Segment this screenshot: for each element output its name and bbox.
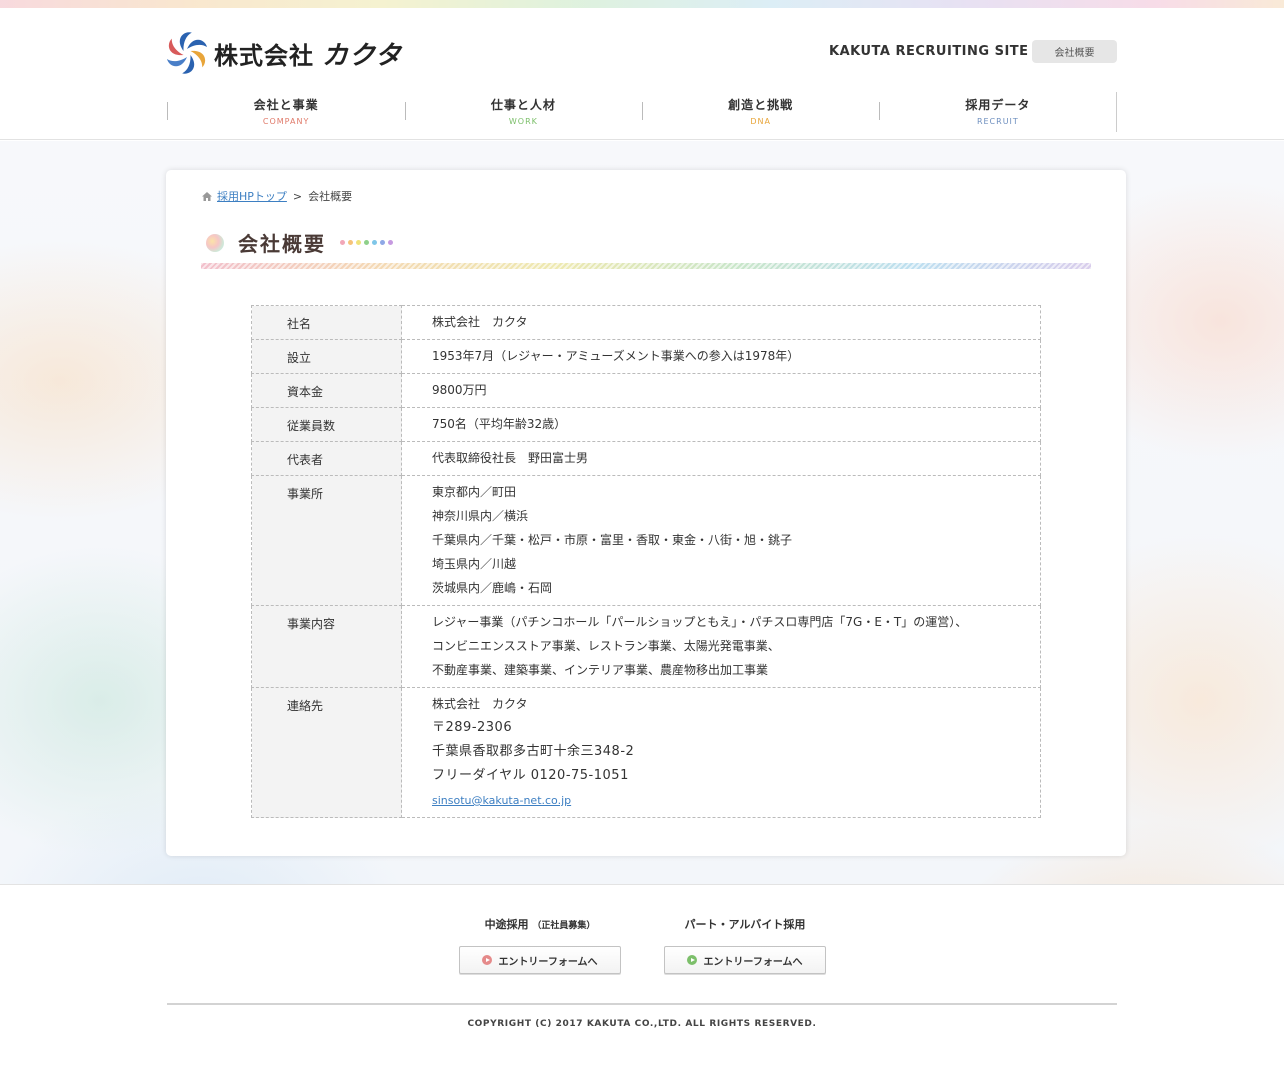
row-value: 株式会社 カクタ: [401, 305, 1041, 340]
midcareer-title-text: 中途採用: [484, 918, 529, 931]
row-label: 代表者: [251, 441, 402, 476]
entry-button-label: エントリーフォームへ: [703, 956, 803, 968]
row-value: 1953年7月（レジャー・アミューズメント事業への参入は1978年）: [401, 339, 1041, 374]
heading-dot: [340, 240, 345, 245]
row-value-line: 代表取締役社長 野田富士男: [432, 451, 589, 465]
row-value-line: 株式会社 カクタ: [432, 697, 528, 711]
page-title: 会社概要: [238, 232, 326, 256]
breadcrumb-home-link[interactable]: 採用HPトップ: [217, 188, 287, 204]
row-value-line: 750名（平均年齢32歳）: [432, 417, 567, 431]
content-card: 採用HPトップ > 会社概要 会社概要 社名 株式会社 カクタ 設立 1953年7月（…: [166, 170, 1126, 856]
table-row: 事業内容 レジャー事業（パチンコホール「パールショップともえ」・パチスロ専門店「7…: [251, 605, 1041, 688]
breadcrumb-current: 会社概要: [308, 190, 353, 203]
nav-item-sublabel: DNA: [750, 117, 771, 126]
nav-item-sublabel: WORK: [508, 117, 538, 126]
midcareer-entry: 中途採用 （正社員募集） エントリーフォームへ: [459, 916, 621, 974]
parttime-entry-button[interactable]: エントリーフォームへ: [664, 946, 826, 974]
heading-dot: [348, 240, 353, 245]
row-value: 代表取締役社長 野田富士男: [401, 441, 1041, 476]
logo-text-kanji: 株式会社: [214, 41, 314, 70]
nav-item-label: 採用データ: [965, 98, 1031, 112]
home-icon: [202, 191, 212, 201]
entry-button-label: エントリーフォームへ: [498, 956, 598, 968]
row-label: 事業内容: [251, 605, 402, 688]
row-label: 従業員数: [251, 407, 402, 442]
heading-dot: [380, 240, 385, 245]
row-value-line: 東京都内／町田: [432, 485, 517, 499]
company-info-table: 社名 株式会社 カクタ 設立 1953年7月（レジャー・アミューズメント事業への参入は…: [251, 305, 1041, 818]
midcareer-title: 中途採用 （正社員募集）: [459, 916, 621, 932]
nav-item-recruit[interactable]: 採用データ RECRUIT: [879, 92, 1117, 132]
nav-item-company[interactable]: 会社と事業 COMPANY: [167, 92, 404, 132]
row-label: 資本金: [251, 373, 402, 408]
row-value: レジャー事業（パチンコホール「パールショップともえ」・パチスロ専門店「7G・E・…: [401, 605, 1041, 688]
entry-section: 中途採用 （正社員募集） エントリーフォームへ パート・アルバイト採用 エントリ…: [0, 886, 1284, 1006]
table-row: 社名 株式会社 カクタ: [251, 305, 1041, 340]
row-label: 事業所: [251, 475, 402, 606]
company-logo[interactable]: 株式会社 カクタ: [166, 32, 402, 74]
company-overview-button[interactable]: 会社概要: [1032, 40, 1117, 63]
nav-item-label: 仕事と人材: [490, 98, 556, 112]
heading-dots-decoration: [340, 240, 396, 245]
logo-text: 株式会社 カクタ: [214, 35, 402, 72]
heading-bullet-icon: [206, 233, 224, 252]
nav-item-label: 創造と挑戦: [728, 98, 794, 112]
row-label: 連絡先: [251, 687, 402, 818]
site-title: KAKUTA RECRUITING SITE: [829, 44, 1029, 59]
table-row: 事業所 東京都内／町田 神奈川県内／横浜 千葉県内／千葉・松戸・市原・富里・香取・東金…: [251, 475, 1041, 606]
kakuta-logo-icon: [167, 32, 207, 74]
table-row: 設立 1953年7月（レジャー・アミューズメント事業への参入は1978年）: [251, 339, 1041, 374]
email-line: sinsotu@kakuta-net.co.jp: [432, 793, 1040, 817]
row-value: 株式会社 カクタ 〒289-2306 千葉県香取郡多古町十余三348-2 フリーダイヤ…: [401, 687, 1041, 818]
midcareer-subtitle: （正社員募集）: [532, 921, 596, 931]
row-value-line: 〒289-2306: [432, 720, 513, 735]
heading-dot: [356, 240, 361, 245]
row-value-line: 茨城県内／鹿嶋・石岡: [432, 581, 553, 595]
table-row: 連絡先 株式会社 カクタ 〒289-2306 千葉県香取郡多古町十余三348-2 フリー…: [251, 687, 1041, 818]
row-label: 社名: [251, 305, 402, 340]
table-row: 代表者 代表取締役社長 野田富士男: [251, 441, 1041, 476]
midcareer-entry-button[interactable]: エントリーフォームへ: [459, 946, 621, 974]
heading-dot: [388, 240, 393, 245]
site-header: 株式会社 カクタ KAKUTA RECRUITING SITE 会社概要 会社と事…: [0, 8, 1284, 140]
row-value-line: 埼玉県内／川越: [432, 557, 517, 571]
arrow-right-circle-icon: [482, 955, 493, 965]
table-row: 資本金 9800万円: [251, 373, 1041, 408]
email-link[interactable]: sinsotu@kakuta-net.co.jp: [432, 794, 571, 807]
row-value-line: 不動産事業、建築事業、インテリア事業、農産物移出加工事業: [432, 663, 769, 677]
logo-text-katakana: カクタ: [322, 40, 402, 71]
row-value-line: コンビニエンスストア事業、レストラン事業、太陽光発電事業、: [432, 639, 780, 653]
nav-item-work[interactable]: 仕事と人材 WORK: [404, 92, 641, 132]
nav-item-dna[interactable]: 創造と挑戦 DNA: [642, 92, 879, 132]
row-value-line: 神奈川県内／横浜: [432, 509, 529, 523]
page-heading: 会社概要: [206, 228, 396, 257]
row-value-line: フリーダイヤル 0120-75-1051: [432, 768, 629, 783]
row-value-line: 株式会社 カクタ: [432, 315, 528, 329]
row-value: 750名（平均年齢32歳）: [401, 407, 1041, 442]
row-value: 9800万円: [401, 373, 1041, 408]
nav-item-sublabel: COMPANY: [262, 117, 310, 126]
heading-rainbow-rule: [201, 263, 1091, 269]
breadcrumb: 採用HPトップ > 会社概要: [202, 188, 352, 204]
row-value-line: 1953年7月（レジャー・アミューズメント事業への参入は1978年）: [432, 349, 800, 363]
footer-divider: [167, 1003, 1117, 1005]
parttime-title: パート・アルバイト採用: [684, 918, 806, 931]
row-value-line: レジャー事業（パチンコホール「パールショップともえ」・パチスロ専門店「7G・E・…: [432, 615, 968, 629]
global-nav: 会社と事業 COMPANY 仕事と人材 WORK 創造と挑戦 DNA 採用データ…: [167, 92, 1117, 132]
row-value: 東京都内／町田 神奈川県内／横浜千葉県内／千葉・松戸・市原・富里・香取・東金・八街…: [401, 475, 1041, 606]
row-value-line: 千葉県内／千葉・松戸・市原・富里・香取・東金・八街・旭・銚子: [432, 533, 793, 547]
breadcrumb-separator: >: [292, 189, 303, 203]
copyright: COPYRIGHT (C) 2017 KAKUTA CO.,LTD. ALL R…: [467, 1019, 817, 1029]
row-label: 設立: [251, 339, 402, 374]
heading-dot: [372, 240, 377, 245]
table-row: 従業員数 750名（平均年齢32歳）: [251, 407, 1041, 442]
nav-item-sublabel: RECRUIT: [976, 117, 1019, 126]
nav-item-label: 会社と事業: [253, 98, 319, 112]
heading-dot: [364, 240, 369, 245]
parttime-entry: パート・アルバイト採用 エントリーフォームへ: [664, 916, 826, 974]
arrow-right-circle-icon: [687, 955, 698, 965]
top-color-stripe: [0, 0, 1284, 8]
row-value-line: 千葉県香取郡多古町十余三348-2: [432, 744, 635, 759]
row-value-line: 9800万円: [432, 383, 487, 397]
